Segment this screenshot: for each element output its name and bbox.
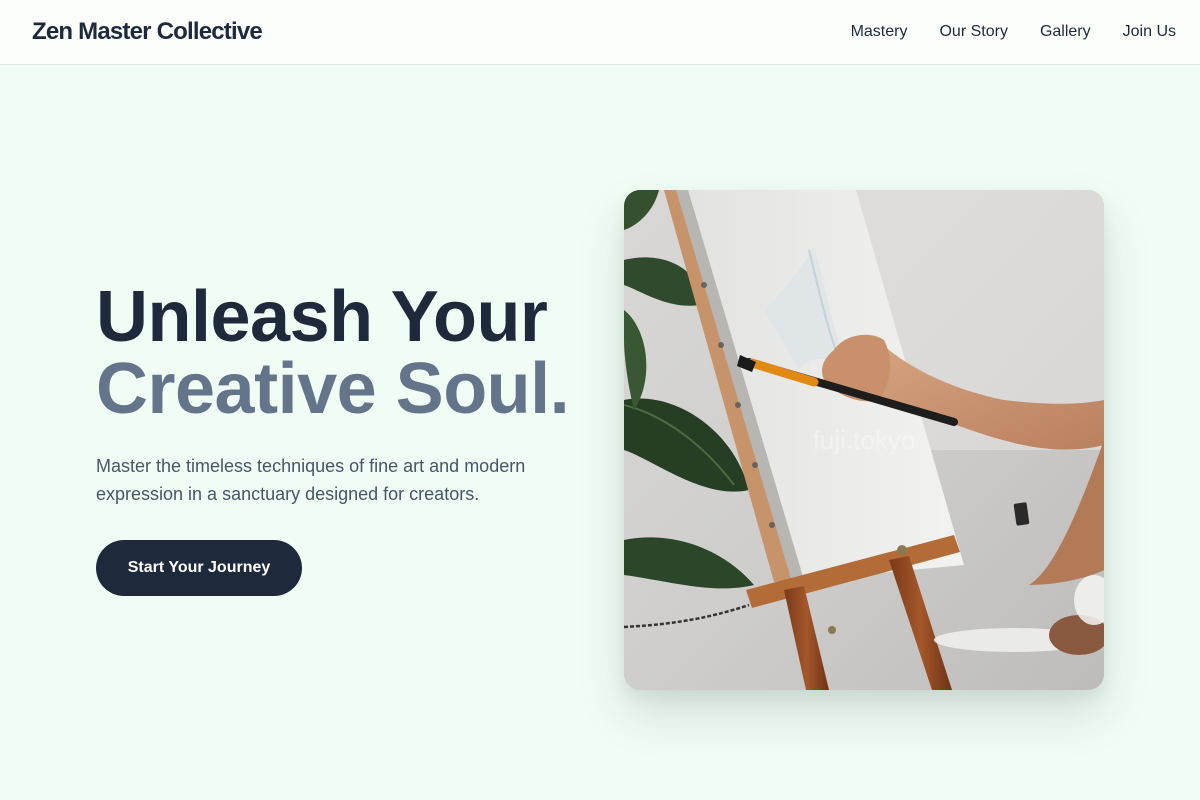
hero-image: fuji.tokyo <box>624 190 1104 690</box>
painting-at-easel-photo: fuji.tokyo <box>624 190 1104 690</box>
hero-title: Unleash Your Creative Soul. <box>96 277 570 429</box>
brand-logo[interactable]: Zen Master Collective <box>32 18 263 46</box>
nav-link-our-story[interactable]: Our Story <box>939 23 1007 41</box>
hero-subtitle: Master the timeless techniques of fine a… <box>96 456 526 504</box>
nav-links: Mastery Our Story Gallery Join Us <box>819 23 1176 41</box>
nav-link-join-us[interactable]: Join Us <box>1123 23 1176 41</box>
top-nav: Zen Master Collective Mastery Our Story … <box>0 0 1200 65</box>
hero-title-line2: Creative Soul. <box>96 349 570 429</box>
nav-link-mastery[interactable]: Mastery <box>851 23 908 41</box>
image-watermark: fuji.tokyo <box>813 425 916 455</box>
hero-title-line1: Unleash Your <box>96 277 548 357</box>
nav-link-gallery[interactable]: Gallery <box>1040 23 1091 41</box>
start-journey-button[interactable]: Start Your Journey <box>96 540 302 596</box>
